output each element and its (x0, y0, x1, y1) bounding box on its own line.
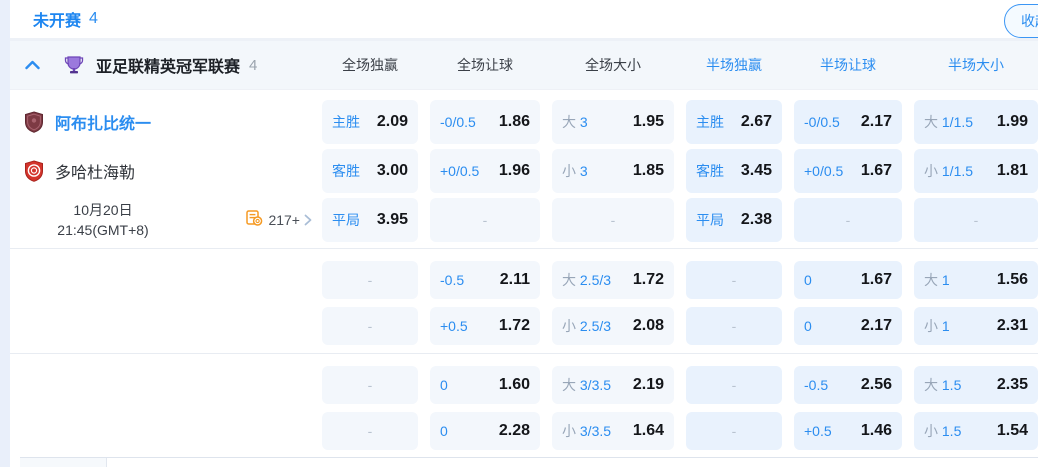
next-section-left-cell (20, 458, 107, 467)
betting-odds-page: 未开赛 4 收起 亚足联精英冠军联赛 (0, 0, 1038, 467)
odds-cell[interactable]: 大 1.52.35 (914, 366, 1038, 404)
odds-cell[interactable]: 01.67 (794, 261, 902, 299)
odds-cell[interactable]: 02.28 (430, 412, 540, 450)
col-fulltime-1x2: 全场独赢 (322, 55, 418, 75)
odds-cell[interactable]: 大 11.56 (914, 261, 1038, 299)
odds-cell-empty: - (686, 261, 782, 299)
away-team-badge-icon (24, 160, 44, 182)
status-bar: 未开赛 4 收起 (10, 0, 1038, 38)
column-headers: 全场独赢 全场让球 全场大小 半场独赢 半场让球 半场大小 (322, 41, 1038, 89)
status-count: 4 (89, 10, 98, 28)
odds-row: -01.60大 3/3.52.19--0.52.56大 1.52.35 (322, 366, 1038, 404)
odds-cell-empty: - (322, 307, 418, 345)
odds-cell[interactable]: 客胜3.00 (322, 149, 418, 193)
next-section-edge (20, 457, 1038, 467)
odds-cell[interactable]: 小 3/3.51.64 (552, 412, 674, 450)
home-team-badge-icon (24, 111, 44, 133)
away-team-row[interactable]: 多哈杜海勒 (10, 149, 322, 193)
collapse-all-button[interactable]: 收起 (1004, 4, 1038, 38)
col-halftime-handicap: 半场让球 (794, 55, 902, 75)
odds-row: 平局3.95--平局2.38-- (322, 198, 1038, 242)
league-name: 亚足联精英冠军联赛 (96, 53, 240, 77)
odds-cell-empty: - (686, 366, 782, 404)
odds-cell-empty: - (914, 198, 1038, 242)
match-date: 10月20日 (10, 200, 196, 220)
odds-cell[interactable]: 02.17 (794, 307, 902, 345)
odds-cell[interactable]: +0/0.51.67 (794, 149, 902, 193)
match-info-pane: 阿布扎比统一 多哈杜海勒 10月20日 21:45( (10, 100, 322, 247)
odds-cell-empty: - (794, 198, 902, 242)
odds-cell-empty: - (322, 412, 418, 450)
content: 未开赛 4 收起 亚足联精英冠军联赛 (10, 0, 1038, 467)
odds-cell[interactable]: -0.52.11 (430, 261, 540, 299)
col-fulltime-handicap: 全场让球 (430, 55, 540, 75)
odds-cell[interactable]: -0/0.51.86 (430, 100, 540, 144)
home-team-row[interactable]: 阿布扎比统一 (10, 100, 322, 144)
odds-cell[interactable]: 小 1/1.51.81 (914, 149, 1038, 193)
league-info: 亚足联精英冠军联赛 4 (10, 41, 257, 89)
odds-cell[interactable]: 小 1.51.54 (914, 412, 1038, 450)
odds-cell[interactable]: 主胜2.09 (322, 100, 418, 144)
odds-row: -02.28小 3/3.51.64-+0.51.46小 1.51.54 (322, 412, 1038, 450)
odds-cell-empty: - (686, 412, 782, 450)
league-header: 亚足联精英冠军联赛 4 全场独赢 全场让球 全场大小 半场独赢 半场让球 半场大… (10, 41, 1038, 90)
odds-cell[interactable]: 平局3.95 (322, 198, 418, 242)
odds-cell[interactable]: -0.52.56 (794, 366, 902, 404)
status-title: 未开赛 (33, 7, 81, 31)
odds-cell-empty: - (686, 307, 782, 345)
markets-count[interactable]: 217+ (268, 212, 300, 228)
odds-cell[interactable]: 主胜2.67 (686, 100, 782, 144)
match-datetime: 10月20日 21:45(GMT+8) (10, 200, 196, 241)
match-meta-row: 10月20日 21:45(GMT+8) (10, 198, 322, 242)
match-time: 21:45(GMT+8) (10, 220, 196, 240)
odds-cell[interactable]: 小 12.31 (914, 307, 1038, 345)
odds-cell[interactable]: +0/0.51.96 (430, 149, 540, 193)
match-board: 阿布扎比统一 多哈杜海勒 10月20日 21:45( (10, 90, 1038, 450)
odds-row: -+0.51.72小 2.5/32.08-02.17小 12.31 (322, 307, 1038, 345)
more-markets-link[interactable]: 217+ (246, 210, 312, 231)
odds-cell[interactable]: 小 2.5/32.08 (552, 307, 674, 345)
home-team-name[interactable]: 阿布扎比统一 (55, 110, 151, 134)
away-team-name[interactable]: 多哈杜海勒 (55, 159, 135, 183)
col-halftime-1x2: 半场独赢 (686, 55, 782, 75)
odds-rows: 主胜2.09 -0/0.51.86 大 31.95 主胜2.67 -0/0.52.17 大… (322, 100, 1038, 450)
col-halftime-overunder: 半场大小 (914, 55, 1038, 75)
odds-cell-empty: - (322, 261, 418, 299)
odds-cell[interactable]: 大 1/1.51.99 (914, 100, 1038, 144)
odds-row: 客胜3.00 +0/0.51.96 小 31.85 客胜3.45 +0/0.51.67 小… (322, 149, 1038, 193)
group-separator (10, 353, 1038, 354)
odds-list-coin-icon (246, 210, 263, 231)
col-fulltime-overunder: 全场大小 (552, 55, 674, 75)
left-edge-strip (0, 0, 10, 467)
trophy-icon (63, 54, 85, 76)
odds-cell[interactable]: +0.51.46 (794, 412, 902, 450)
odds-cell[interactable]: 大 31.95 (552, 100, 674, 144)
odds-cell[interactable]: -0/0.52.17 (794, 100, 902, 144)
odds-cell[interactable]: 平局2.38 (686, 198, 782, 242)
chevron-right-icon (304, 214, 312, 226)
chevron-up-icon[interactable] (23, 56, 41, 74)
odds-cell-empty: - (430, 198, 540, 242)
odds-cell[interactable]: 大 3/3.52.19 (552, 366, 674, 404)
league-count: 4 (249, 57, 257, 74)
group-separator (10, 248, 1038, 249)
odds-cell[interactable]: 01.60 (430, 366, 540, 404)
odds-row: 主胜2.09 -0/0.51.86 大 31.95 主胜2.67 -0/0.52.17 大… (322, 100, 1038, 144)
odds-cell[interactable]: 客胜3.45 (686, 149, 782, 193)
odds-cell[interactable]: +0.51.72 (430, 307, 540, 345)
odds-row: --0.52.11大 2.5/31.72-01.67大 11.56 (322, 261, 1038, 299)
odds-cell[interactable]: 大 2.5/31.72 (552, 261, 674, 299)
odds-cell[interactable]: 小 31.85 (552, 149, 674, 193)
odds-cell-empty: - (552, 198, 674, 242)
odds-cell-empty: - (322, 366, 418, 404)
